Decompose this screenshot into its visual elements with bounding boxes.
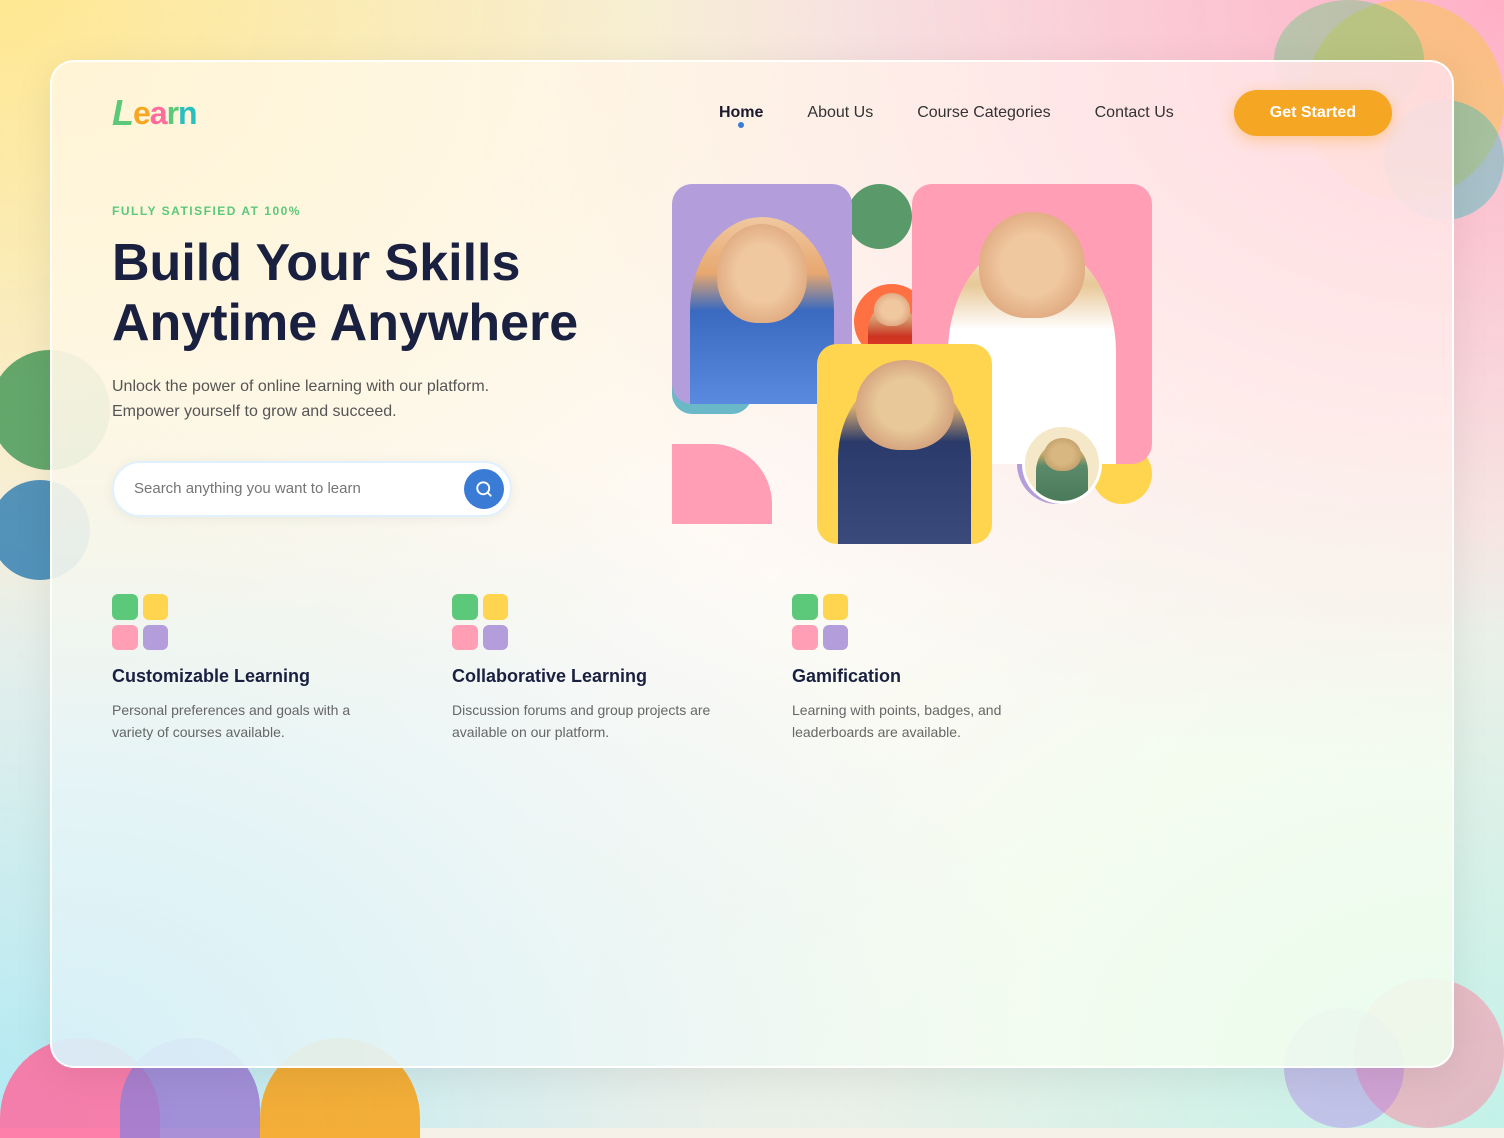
icon-sq-pink-1: [112, 625, 138, 651]
hero-title-line2: Anytime Anywhere: [112, 294, 578, 352]
hero-subtitle: Unlock the power of online learning with…: [112, 374, 492, 425]
feature-title-1: Customizable Learning: [112, 666, 392, 687]
icon-sq-purple-2: [483, 625, 509, 651]
student-photo-4: [1022, 424, 1102, 504]
icon-sq-yellow-3: [823, 594, 849, 620]
icon-sq-green-1: [112, 594, 138, 620]
hero-title: Build Your Skills Anytime Anywhere: [112, 234, 632, 354]
icon-sq-pink-2: [452, 625, 478, 651]
nav-contact[interactable]: Contact Us: [1095, 104, 1174, 122]
icon-sq-green-3: [792, 594, 818, 620]
hero-badge: Fully Satisfied at 100%: [112, 204, 632, 218]
icon-sq-yellow-1: [143, 594, 169, 620]
icon-sq-yellow-2: [483, 594, 509, 620]
icon-sq-purple-1: [143, 625, 169, 651]
image-grid-container: [672, 184, 1152, 524]
main-card: Learn Home About Us Course Categories Co…: [50, 60, 1454, 1068]
logo[interactable]: Learn: [112, 92, 197, 134]
navbar: Learn Home About Us Course Categories Co…: [52, 62, 1452, 164]
feature-title-3: Gamification: [792, 666, 1072, 687]
nav-home[interactable]: Home: [719, 104, 763, 122]
search-button[interactable]: [464, 469, 504, 509]
deco-circle-green: [847, 184, 912, 249]
icon-sq-pink-3: [792, 625, 818, 651]
hero-section: Fully Satisfied at 100% Build Your Skill…: [52, 164, 1452, 564]
nav-links: Home About Us Course Categories Contact …: [719, 104, 1174, 122]
deco-leaf-pink: [672, 444, 772, 524]
hero-image-grid: [672, 184, 1152, 524]
feature-desc-2: Discussion forums and group projects are…: [452, 699, 732, 744]
logo-letter-r: r: [167, 95, 178, 132]
icon-sq-green-2: [452, 594, 478, 620]
feature-icon-2: [452, 594, 508, 650]
icon-sq-purple-3: [823, 625, 849, 651]
feature-desc-3: Learning with points, badges, and leader…: [792, 699, 1072, 744]
hero-left: Fully Satisfied at 100% Build Your Skill…: [112, 184, 632, 524]
feature-collaborative: Collaborative Learning Discussion forums…: [452, 594, 732, 744]
feature-icon-3: [792, 594, 848, 650]
logo-letter-l: L: [112, 92, 133, 134]
get-started-button[interactable]: Get Started: [1234, 90, 1392, 136]
search-icon: [475, 480, 493, 498]
hero-title-line1: Build Your Skills: [112, 234, 520, 292]
logo-letter-e: e: [133, 95, 150, 132]
feature-customizable: Customizable Learning Personal preferenc…: [112, 594, 392, 744]
search-input[interactable]: [134, 480, 464, 497]
student-photo-3: [817, 344, 992, 544]
feature-gamification: Gamification Learning with points, badge…: [792, 594, 1072, 744]
search-bar: [112, 461, 512, 517]
feature-title-2: Collaborative Learning: [452, 666, 732, 687]
feature-desc-1: Personal preferences and goals with a va…: [112, 699, 392, 744]
logo-letter-a1: a: [150, 95, 167, 132]
features-section: Customizable Learning Personal preferenc…: [52, 564, 1452, 784]
feature-icon-1: [112, 594, 168, 650]
nav-about[interactable]: About Us: [807, 104, 873, 122]
logo-letter-n: n: [178, 95, 197, 132]
nav-categories[interactable]: Course Categories: [917, 104, 1050, 122]
